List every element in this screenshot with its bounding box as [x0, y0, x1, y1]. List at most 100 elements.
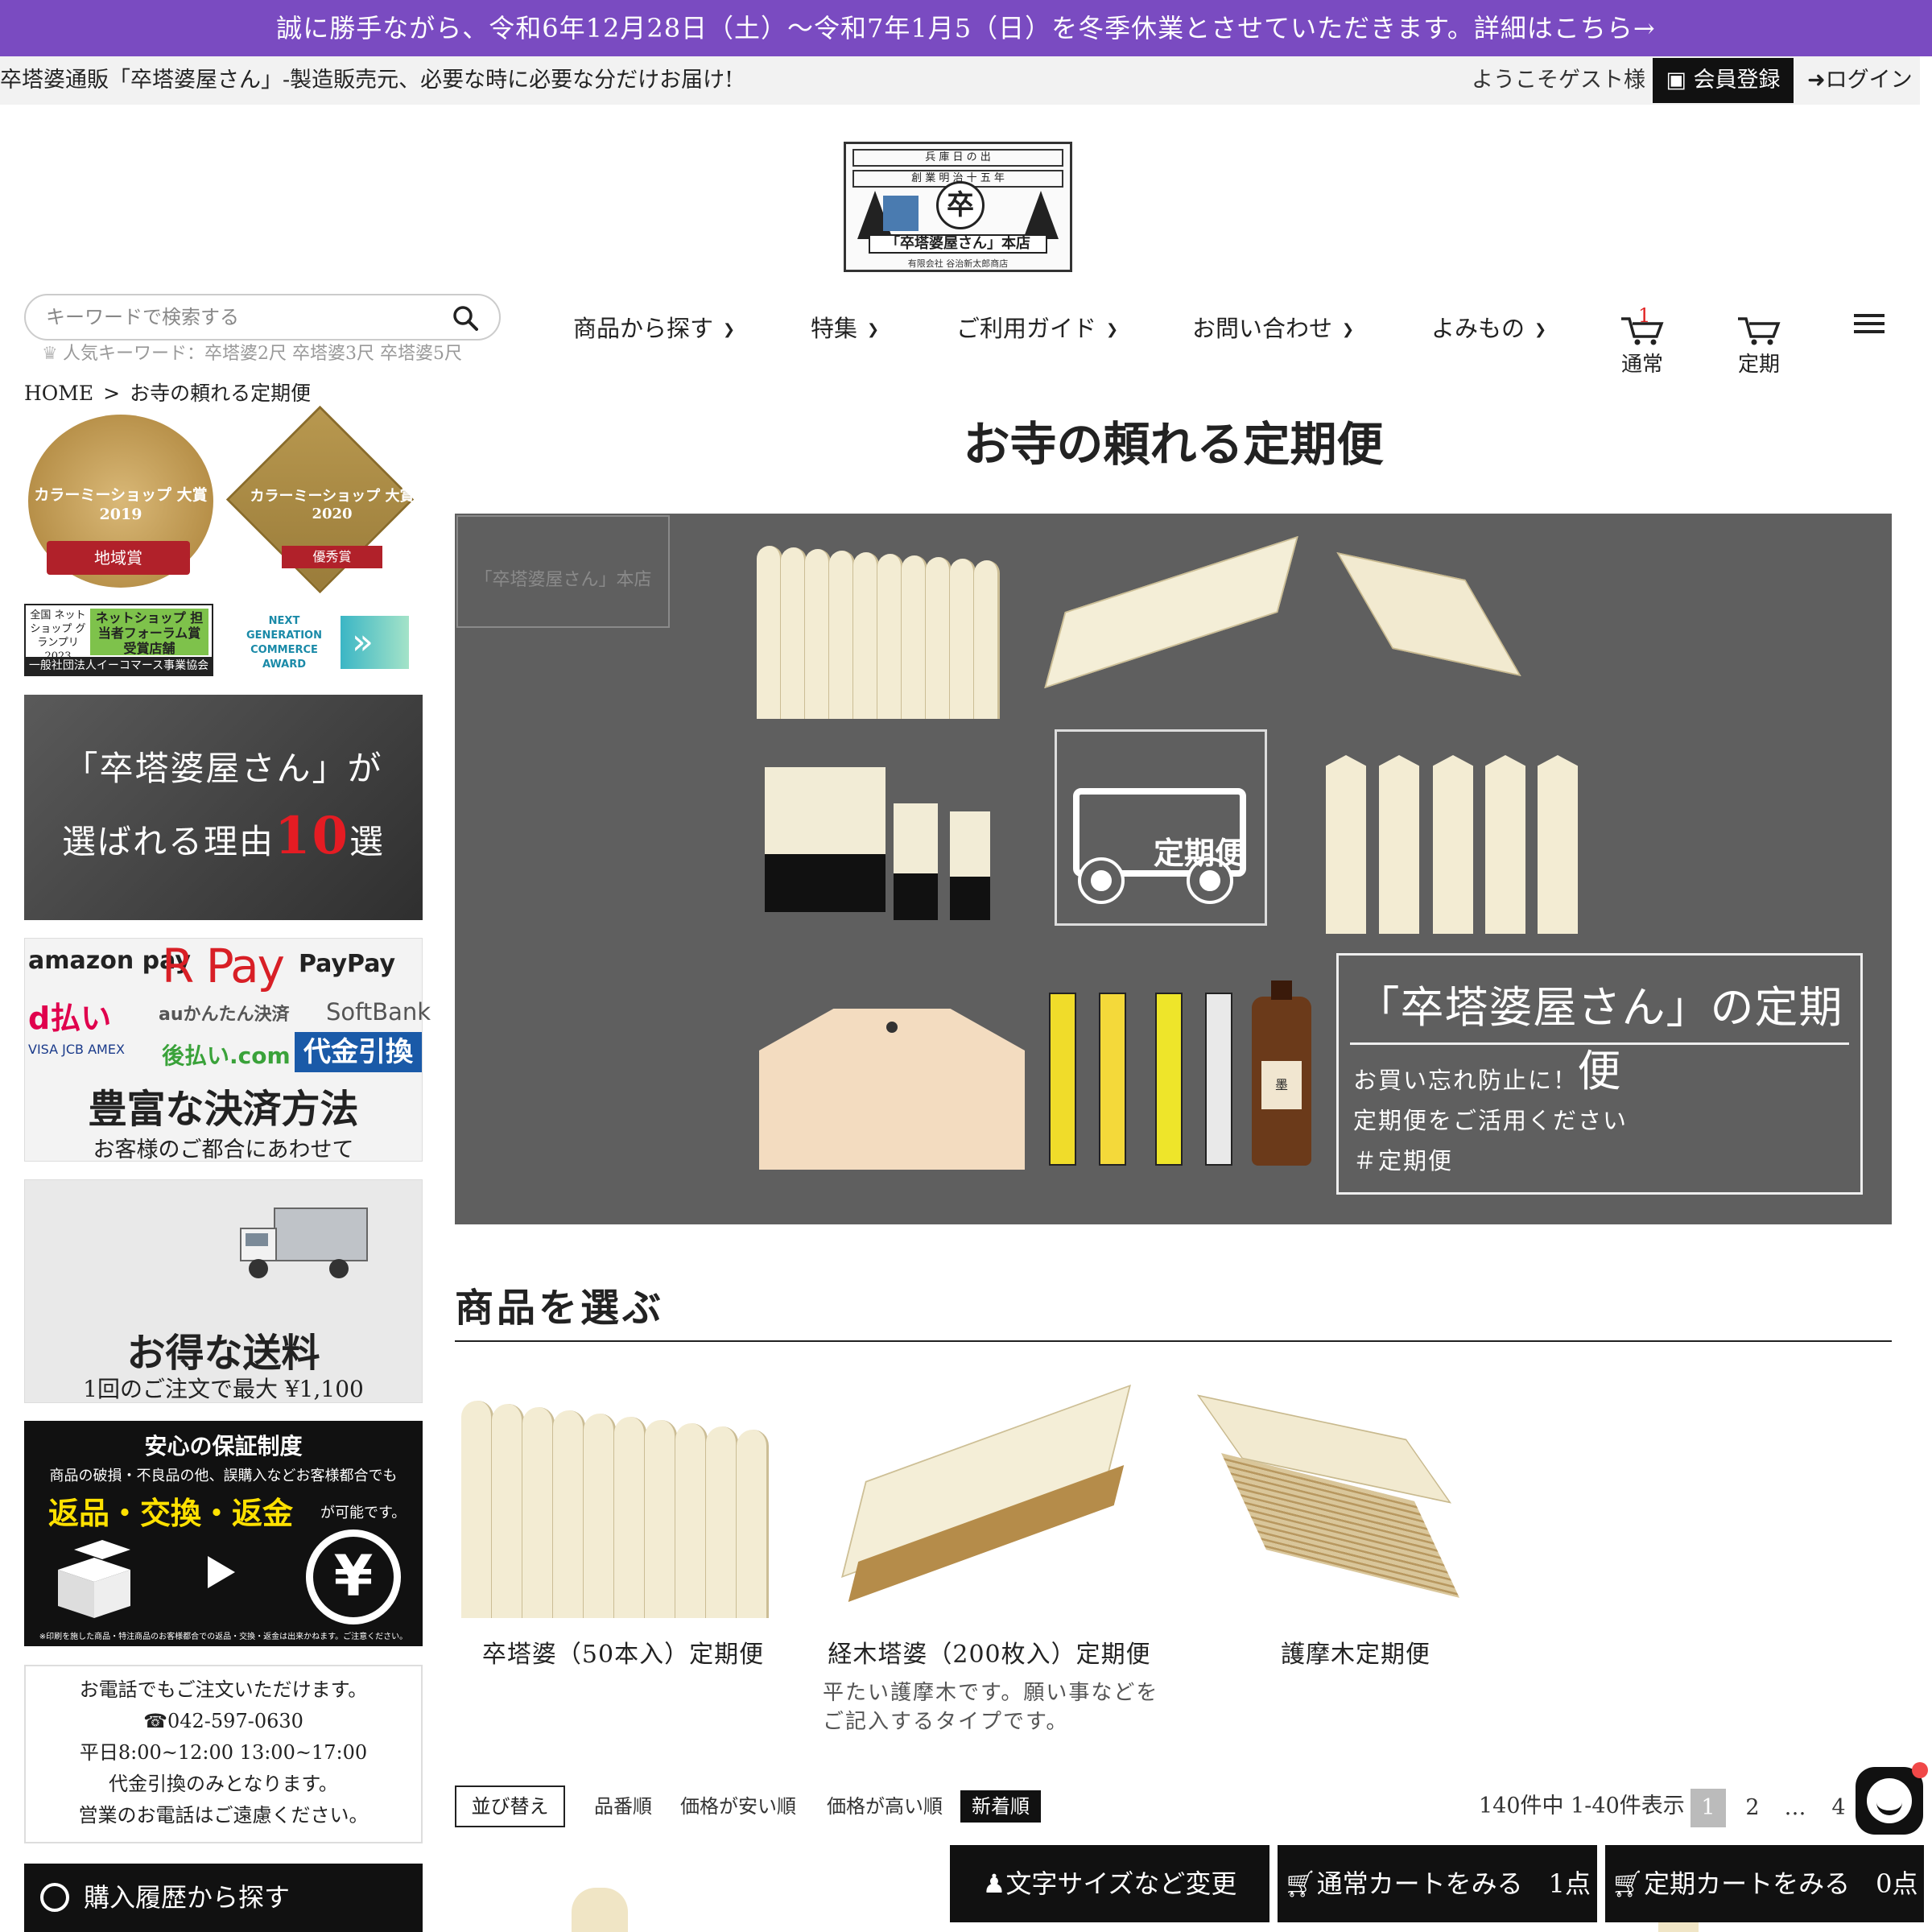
product-image [1155, 993, 1183, 1166]
product-image [759, 1009, 1025, 1170]
view-normal-cart-button[interactable]: 🛒︎通常カートをみる 1点 [1278, 1845, 1597, 1922]
product-name[interactable]: 卒塔婆（50本入）定期便 [455, 1634, 791, 1670]
product-image [902, 555, 927, 719]
subscription-truck-graphic: 定期便 [1055, 729, 1267, 926]
hero-banner: 「卒塔婆屋さん」本店 定期便 墨 「卒塔婆屋さん」の定期便 お買い忘れ防止に！ … [455, 514, 1892, 1224]
breadcrumb-sep: > [103, 382, 121, 405]
logo-mark: 卒 [936, 181, 985, 229]
breadcrumb-home[interactable]: HOME [24, 382, 93, 405]
page-2[interactable]: 2 [1735, 1789, 1770, 1827]
sort-option-newest[interactable]: 新着順 [960, 1790, 1041, 1823]
purchase-history-button[interactable]: 購入履歴から探す [24, 1864, 423, 1932]
chat-icon [1867, 1778, 1912, 1823]
font-size-label: 文字サイズなど変更 [1005, 1868, 1237, 1899]
search-icon[interactable] [452, 305, 478, 331]
nav-reading[interactable]: よみもの ❯ [1431, 312, 1546, 346]
page-1[interactable]: 1 [1690, 1789, 1726, 1827]
nav-features[interactable]: 特集 ❯ [811, 312, 879, 346]
cart-normal-label: 通常 [1620, 353, 1663, 377]
chevron-down-icon: ❯ [1534, 321, 1547, 338]
sort-option-number[interactable]: 品番順 [594, 1785, 652, 1827]
product-image[interactable] [455, 1385, 791, 1618]
search-placeholder: キーワードで検索する [46, 306, 239, 328]
product-image [1433, 755, 1473, 934]
hamburger-menu-icon[interactable] [1854, 314, 1885, 338]
nav-products[interactable]: 商品から探す ❯ [573, 312, 735, 346]
grandprix-right: ネットショップ 担当者フォーラム賞 受賞店舗 [90, 609, 208, 656]
reason-number: 10 [274, 806, 350, 866]
product-image [1044, 535, 1298, 689]
phone-line: 営業のお電話はご遠慮ください。 [78, 1804, 369, 1827]
cart-subscription-button[interactable]: 定期 [1731, 314, 1787, 378]
product-image [1049, 993, 1076, 1166]
boxes-icon [58, 1540, 130, 1618]
shipping-subtitle: 1回のご注文で最大 ¥1,100 [83, 1376, 364, 1402]
search-input[interactable]: キーワードで検索する [24, 294, 501, 341]
product-name[interactable]: 経木塔婆（200枚入）定期便 [821, 1634, 1158, 1670]
site-logo[interactable]: 兵 庫 日 の 出 創 業 明 治 十 五 年 卒 「卒塔婆屋さん」本店 有限会… [844, 142, 1072, 272]
tree-icon [1023, 191, 1059, 239]
award-2020-ribbon: 優秀賞 [282, 546, 382, 568]
product-image[interactable] [572, 1888, 628, 1932]
page-4[interactable]: 4 [1821, 1789, 1856, 1827]
card-logos: VISA JCB AMEX [28, 1042, 125, 1057]
product-image [1336, 551, 1521, 677]
normal-cart-label: 通常カートをみる 1点 [1316, 1868, 1591, 1899]
view-subscription-cart-button[interactable]: 🛒︎定期カートをみる 0点 [1605, 1845, 1924, 1922]
hero-line: お買い忘れ防止に！ [1353, 1067, 1579, 1094]
login-link[interactable]: ➜ログイン [1807, 56, 1913, 105]
chevron-down-icon: ❯ [867, 321, 880, 338]
reason-line1: 「卒塔婆屋さん」が [64, 749, 383, 788]
popular-label: 人気キーワード： [63, 344, 205, 364]
breadcrumb: HOME > お寺の頼れる定期便 [24, 380, 311, 407]
notification-dot [1912, 1762, 1928, 1778]
payment-banner[interactable]: amazon pay R Pay PayPay d払い auかんたん決済 Sof… [24, 938, 431, 1162]
guarantee-big: 返品・交換・返金 [48, 1496, 294, 1531]
section-heading: 商品を選ぶ [455, 1286, 665, 1331]
product-image [805, 549, 831, 719]
product-card[interactable]: 卒塔婆（50本入）定期便 [455, 1385, 791, 1669]
phone-line: 代金引換のみとなります。 [109, 1773, 338, 1795]
product-image [894, 803, 938, 920]
chat-button[interactable] [1856, 1762, 1928, 1835]
d-barai-logo: d払い [28, 1001, 112, 1036]
product-name[interactable]: 護摩木定期便 [1187, 1634, 1524, 1670]
product-image [950, 559, 976, 719]
product-card[interactable]: 経木塔婆（200枚入）定期便 平たい護摩木です。願い事などをご記入するタイプです… [821, 1384, 1158, 1734]
product-image [950, 811, 990, 920]
sort-option-price-desc[interactable]: 価格が高い順 [827, 1785, 943, 1827]
divider [455, 1340, 1892, 1342]
product-card[interactable]: 護摩木定期便 [1187, 1385, 1524, 1669]
hero-caption-lines: お買い忘れ防止に！ 定期便をご活用ください ＃定期便 [1353, 1060, 1628, 1181]
award-2020-title: カラーミーショップ 大賞2020 [250, 488, 415, 522]
shipping-banner[interactable]: お得な送料 1回のご注文で最大 ¥1,100 [24, 1179, 423, 1403]
welcome-text: ようこそゲスト様 [1472, 68, 1645, 93]
crown-icon: ♛ [42, 344, 58, 364]
announcement-bar[interactable]: 誠に勝手ながら、令和6年12月28日（土）〜令和7年1月5（日）を冬季休業とさせ… [0, 0, 1932, 56]
grandprix-badge[interactable]: 全国 ネットショップ グランプリ 2023 ネットショップ 担当者フォーラム賞 … [24, 604, 213, 676]
register-label: 会員登録 [1693, 68, 1781, 93]
popular-keyword-list[interactable]: 卒塔婆2尺 卒塔婆3尺 卒塔婆5尺 [204, 344, 462, 364]
nav-contact[interactable]: お問い合わせ ❯ [1192, 312, 1354, 346]
login-icon: ➜ [1807, 68, 1826, 93]
phone-number[interactable]: ☎042-597-0630 [26, 1706, 421, 1737]
house-icon [883, 196, 919, 231]
guarantee-banner[interactable]: 安心の保証制度 商品の破損・不良品の他、誤購入などお客様都合でも 返品・交換・返… [24, 1421, 423, 1646]
product-image[interactable] [821, 1384, 1158, 1618]
id-card-icon: ▣ [1666, 68, 1694, 93]
truck-icon [240, 1208, 368, 1278]
cart-normal-button[interactable]: 1 通常 [1614, 304, 1670, 378]
product-image[interactable] [1187, 1385, 1524, 1618]
nav-guide[interactable]: ご利用ガイド ❯ [956, 312, 1118, 346]
sort-option-price-asc[interactable]: 価格が安い順 [680, 1785, 796, 1827]
history-label: 購入履歴から探す [84, 1882, 291, 1913]
register-button[interactable]: ▣ 会員登録 [1653, 58, 1794, 103]
guarantee-title: 安心の保証制度 [144, 1433, 303, 1459]
product-image [926, 557, 952, 719]
au-pay-logo: auかんたん決済 [159, 1005, 290, 1025]
wheel-icon [1078, 857, 1125, 904]
reasons-banner[interactable]: 「卒塔婆屋さん」が 選ばれる理由10選 [24, 695, 423, 920]
font-size-button[interactable]: ♟文字サイズなど変更 [950, 1845, 1269, 1922]
nextgen-award-text[interactable]: NEXT GENERATION COMMERCE AWARD [240, 614, 328, 672]
nav-label: 特集 [811, 315, 858, 342]
